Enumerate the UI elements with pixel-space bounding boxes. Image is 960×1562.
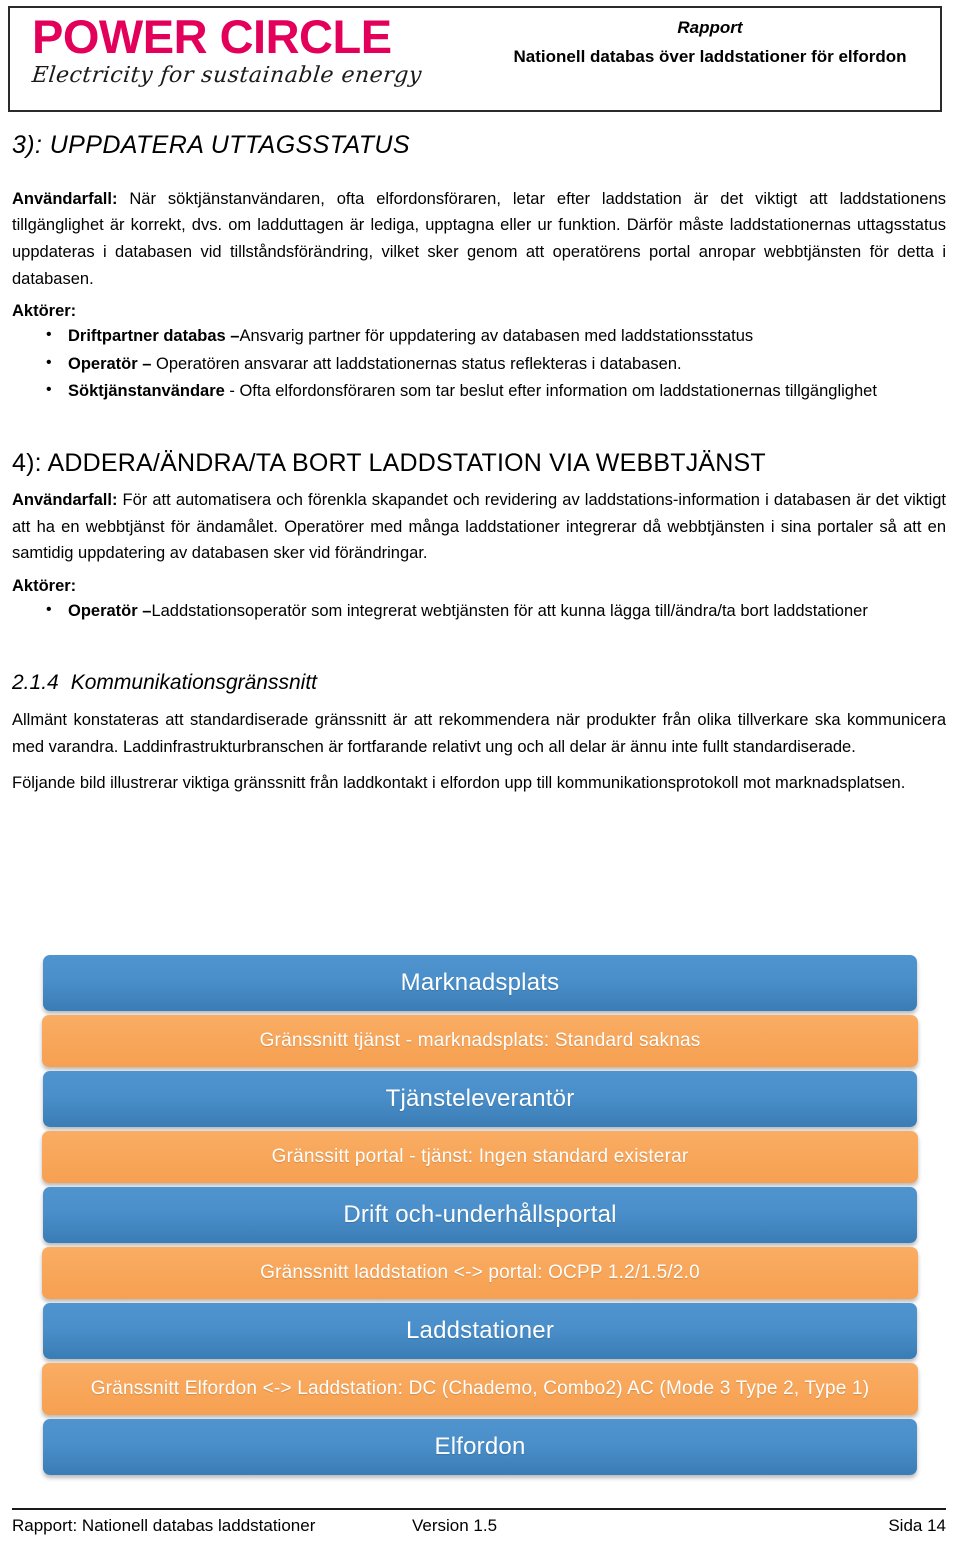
diagram-bar-laddstationer: Laddstationer [43, 1303, 917, 1359]
section-4-usecase: Användarfall: För att automatisera och f… [12, 487, 946, 567]
actor-name: Driftpartner databas – [68, 327, 240, 346]
actor-description: Operatören ansvarar att laddstationernas… [151, 354, 682, 373]
diagram-bar-interface-tjanst-marknadsplats: Gränssnitt tjänst - marknadsplats: Stand… [42, 1015, 918, 1067]
section-4-actors-label: Aktörer: [12, 577, 77, 596]
actor-description: Ansvarig partner för uppdatering av data… [239, 327, 754, 346]
list-item: Operatör –Laddstationsoperatör som integ… [46, 597, 946, 624]
section-3-actors-label: Aktörer: [12, 302, 77, 321]
usecase-label: Användarfall: [12, 189, 118, 208]
subsection-214-heading: 2.1.4 Kommunikationsgränssnitt [12, 670, 946, 695]
diagram-bar-interface-portal-tjanst: Gränssitt portal - tjänst: Ingen standar… [42, 1131, 918, 1183]
diagram-bar-tjansteleverantor: Tjänsteleverantör [43, 1071, 917, 1127]
section-3-actors-list: Driftpartner databas –Ansvarig partner f… [12, 322, 946, 404]
usecase-text: För att automatisera och förenkla skapan… [12, 491, 946, 563]
document-body: 3): UPPDATERA UTTAGSSTATUS Användarfall:… [12, 131, 946, 807]
footer-page-number: Sida 14 [888, 1516, 946, 1535]
list-item: Söktjänstanvändare - Ofta elfordonsförar… [46, 377, 946, 404]
subsection-214-paragraph-1: Allmänt konstateras att standardiserade … [12, 710, 946, 756]
page-footer: Rapport: Nationell databas laddstationer… [12, 1508, 946, 1536]
logo-tagline: Electricity for sustainable energy [30, 63, 424, 89]
section-3-usecase: Användarfall: När söktjänstanvändaren, o… [12, 186, 946, 293]
actor-name: Operatör – [68, 602, 152, 621]
actor-description: Laddstationsoperatör som integrerat webt… [151, 602, 868, 621]
usecase-text: När söktjänstanvändaren, ofta elfordonsf… [12, 189, 946, 288]
actor-name: Operatör – [68, 354, 152, 373]
communication-interfaces-diagram: Marknadsplats Gränssnitt tjänst - markna… [0, 955, 960, 1479]
section-3-heading: 3): UPPDATERA UTTAGSSTATUS [12, 131, 410, 159]
diagram-bar-elfordon: Elfordon [43, 1419, 917, 1475]
header-kicker: Rapport [677, 18, 743, 37]
diagram-bar-marknadsplats: Marknadsplats [43, 955, 917, 1011]
subsection-214-paragraph-2: Följande bild illustrerar viktiga gränss… [12, 774, 906, 793]
logo-wordmark: POWER CIRCLE [32, 10, 392, 63]
section-4-actors-list: Operatör –Laddstationsoperatör som integ… [12, 597, 946, 624]
subsection-number: 2.1.4 [12, 670, 59, 694]
page-header: POWER CIRCLE Electricity for sustainable… [8, 6, 942, 112]
actor-name: Söktjänstanvändare [68, 382, 225, 401]
subsection-title: Kommunikationsgränssnitt [70, 670, 317, 694]
actor-description: - Ofta elfordonsföraren som tar beslut e… [224, 382, 877, 401]
usecase-label: Användarfall: [12, 491, 118, 510]
footer-document-name: Rapport: Nationell databas laddstationer [12, 1516, 316, 1535]
list-item: Driftpartner databas –Ansvarig partner f… [46, 322, 946, 349]
diagram-bar-drift-underhallsportal: Drift och-underhållsportal [43, 1187, 917, 1243]
brand-logo: POWER CIRCLE Electricity for sustainable… [10, 8, 480, 110]
list-item: Operatör – Operatören ansvarar att ladds… [46, 350, 946, 377]
header-title-block: Rapport Nationell databas över laddstati… [480, 8, 940, 110]
diagram-bar-interface-laddstation-portal: Gränssnitt laddstation <-> portal: OCPP … [42, 1247, 918, 1299]
diagram-bar-interface-elfordon-laddstation: Gränssnitt Elfordon <-> Laddstation: DC … [42, 1363, 918, 1415]
section-4-heading: 4): ADDERA/ÄNDRA/TA BORT LADDSTATION VIA… [12, 448, 766, 477]
footer-version: Version 1.5 [412, 1516, 498, 1535]
header-document-title: Nationell databas över laddstationer för… [513, 47, 907, 67]
